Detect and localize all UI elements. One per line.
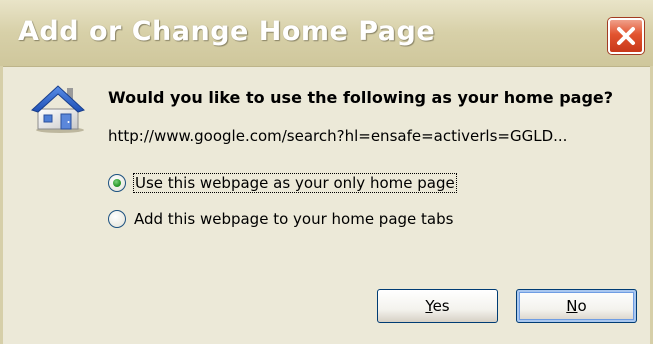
dialog-title: Add or Change Home Page xyxy=(18,16,436,47)
house-icon xyxy=(31,85,85,133)
title-bar[interactable]: Add or Change Home Page xyxy=(0,0,653,67)
yes-button[interactable]: Yes xyxy=(377,289,498,323)
close-button[interactable] xyxy=(608,18,644,54)
radio-selected[interactable] xyxy=(108,174,126,192)
home-page-url: http://www.google.com/search?hl=ensafe=a… xyxy=(108,127,568,145)
no-button[interactable]: No xyxy=(516,289,637,323)
window-frame-left xyxy=(0,66,3,344)
dialog-question: Would you like to use the following as y… xyxy=(108,88,614,107)
radio-label: Add this webpage to your home page tabs xyxy=(134,210,454,228)
radio-label: Use this webpage as your only home page xyxy=(133,173,457,193)
radio-unselected[interactable] xyxy=(108,210,126,228)
add-home-page-dialog: Add or Change Home Page Would you like t… xyxy=(0,0,653,344)
close-icon xyxy=(617,27,635,45)
